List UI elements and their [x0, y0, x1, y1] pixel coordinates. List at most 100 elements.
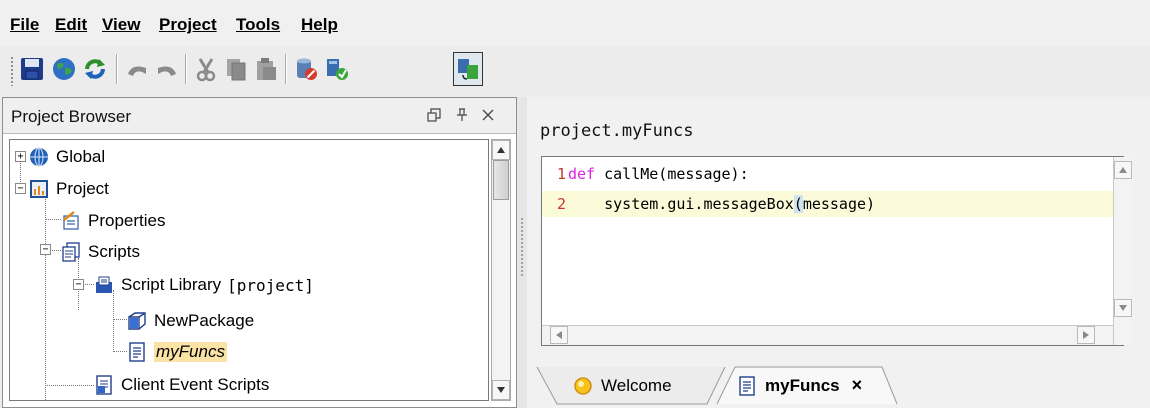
script-library-icon [94, 275, 114, 295]
paste-button[interactable] [251, 52, 281, 86]
menu-file[interactable]: File [10, 15, 39, 35]
tab-myfuncs[interactable]: myFuncs × [737, 367, 862, 404]
tree-line [45, 219, 61, 220]
project-icon [29, 179, 49, 199]
menu-label: Edit [55, 15, 88, 34]
collapse-toggle[interactable]: − [73, 279, 84, 290]
tree-node-global[interactable]: Global [29, 144, 105, 170]
tree-node-myfuncs[interactable]: myFuncs [127, 339, 227, 365]
scroll-down-button[interactable] [1114, 299, 1132, 317]
float-panel-button[interactable] [423, 104, 445, 126]
toolbar [0, 46, 1150, 94]
cut-button[interactable] [191, 52, 221, 86]
code-keyword: def [568, 165, 596, 183]
arrow-up-icon [497, 147, 505, 153]
code-vertical-scrollbar[interactable] [1113, 157, 1133, 345]
scroll-up-button[interactable] [1114, 161, 1132, 179]
code-line: 1 def callMe(message): [542, 161, 1123, 187]
tree-line [83, 284, 94, 285]
toolbar-separator [116, 54, 118, 84]
tree-node-scripts[interactable]: Scripts [61, 239, 140, 265]
tab-welcome[interactable]: Welcome [573, 367, 672, 404]
float-window-icon [427, 108, 441, 122]
undo-button[interactable] [122, 52, 152, 86]
toolbar-separator [285, 54, 287, 84]
code-horizontal-scrollbar[interactable] [542, 325, 1113, 345]
tree-node-label: Script Library [121, 275, 222, 294]
code-editor[interactable]: 1 def callMe(message): 2 system.gui.messa… [541, 156, 1133, 346]
menu-label: File [10, 15, 40, 34]
menu-label: View [102, 15, 141, 34]
expand-toggle[interactable]: + [15, 151, 26, 162]
scroll-thumb[interactable] [493, 160, 509, 200]
refresh-button[interactable] [80, 52, 110, 86]
tree-node-script-library[interactable]: Script Library [project] [94, 272, 314, 298]
tree-node-label-selected: myFuncs [154, 342, 227, 362]
tree-node-properties[interactable]: Properties [61, 208, 165, 234]
copy-button[interactable] [221, 52, 251, 86]
comm-button[interactable] [453, 52, 483, 86]
tab-close-button[interactable]: × [852, 375, 863, 396]
tree-line [45, 194, 46, 400]
arrow-right-icon [1083, 331, 1089, 339]
database-icon [297, 58, 317, 80]
menu-project[interactable]: Project [159, 15, 217, 35]
menu-tools[interactable]: Tools [236, 15, 280, 35]
toolbar-separator [185, 54, 187, 84]
collapse-toggle[interactable]: − [15, 183, 26, 194]
menu-label: Project [159, 15, 217, 34]
globe-icon [53, 58, 75, 80]
script-icon [127, 342, 147, 362]
menu-edit[interactable]: Edit [55, 15, 87, 35]
globe-button[interactable] [49, 52, 79, 86]
save-button[interactable] [17, 52, 47, 86]
close-icon [482, 109, 494, 121]
project-browser-panel: Project Browser + − − − Global Project P… [2, 97, 517, 408]
cut-icon [196, 58, 216, 82]
arrow-up-icon [1119, 167, 1127, 173]
save-icon [21, 58, 43, 80]
database-button[interactable] [291, 52, 321, 86]
tree-vertical-scrollbar[interactable] [491, 139, 511, 401]
undo-icon [128, 66, 146, 76]
code-text: message) [802, 195, 876, 213]
paste-icon [257, 58, 276, 80]
tree-node-label: Global [56, 147, 106, 166]
tree-line [50, 250, 61, 251]
pin-icon [457, 108, 467, 121]
collapse-toggle[interactable]: − [40, 244, 51, 255]
scroll-up-button[interactable] [492, 140, 510, 160]
redo-button[interactable] [152, 52, 182, 86]
copy-icon [227, 59, 246, 81]
panel-splitter[interactable] [517, 97, 527, 408]
scroll-down-button[interactable] [492, 380, 510, 400]
gateway-icon [327, 59, 348, 80]
code-line-current: 2 system.gui.messageBox(message) [542, 191, 1123, 217]
scroll-left-button[interactable] [550, 326, 568, 344]
arrow-down-icon [1119, 305, 1127, 311]
tree-node-newpackage[interactable]: NewPackage [127, 308, 254, 334]
event-scripts-icon [94, 375, 114, 395]
menu-help[interactable]: Help [301, 15, 338, 35]
tab-label: Welcome [601, 375, 672, 395]
menu-view[interactable]: View [102, 15, 140, 35]
tree-node-label: Project [56, 179, 109, 198]
tree-node-project[interactable]: Project [29, 176, 109, 202]
tree-line [113, 319, 127, 320]
scripts-icon [61, 242, 81, 262]
close-panel-button[interactable] [477, 104, 499, 126]
menu-label: Tools [236, 15, 281, 34]
tab-label: myFuncs [765, 375, 840, 395]
tree-node-label: NewPackage [154, 311, 255, 330]
panel-header: Project Browser [3, 98, 516, 134]
arrow-down-icon [497, 387, 505, 393]
pin-panel-button[interactable] [451, 104, 473, 126]
toolbar-grip[interactable] [10, 56, 14, 86]
project-tree: + − − − Global Project Properties Script… [9, 139, 489, 401]
gateway-button[interactable] [322, 52, 352, 86]
scroll-right-button[interactable] [1077, 326, 1095, 344]
properties-icon [61, 211, 81, 231]
tree-node-client-event-scripts[interactable]: Client Event Scripts [94, 372, 269, 398]
welcome-icon [573, 376, 593, 396]
package-icon [127, 311, 147, 331]
